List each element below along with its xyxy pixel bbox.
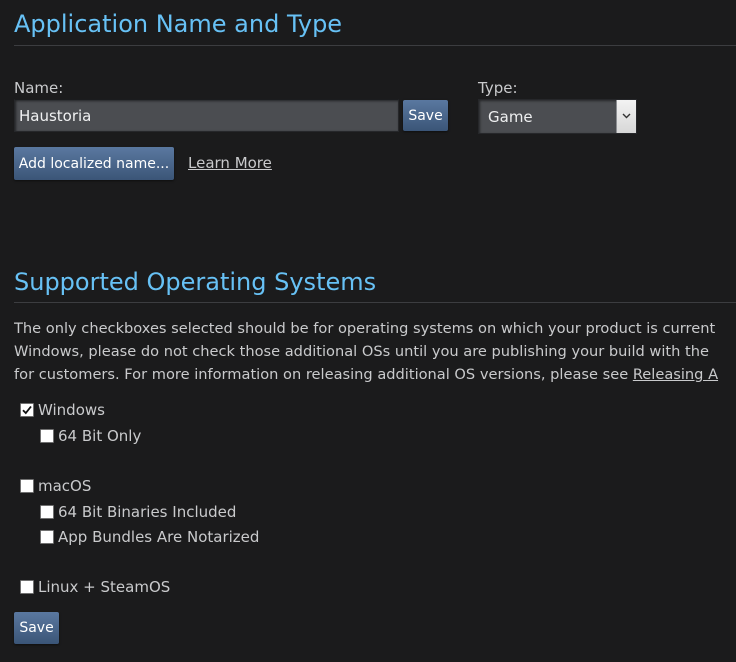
macos-64bit-label: 64 Bit Binaries Included — [58, 503, 237, 521]
save-name-button[interactable]: Save — [403, 100, 448, 131]
supported-os-heading: Supported Operating Systems — [14, 268, 377, 296]
windows-label: Windows — [38, 401, 105, 419]
description-line: for customers. For more information on r… — [14, 363, 736, 386]
type-select[interactable]: Game — [478, 99, 637, 134]
macos-label: macOS — [38, 477, 92, 495]
chevron-down-icon[interactable] — [616, 100, 636, 133]
add-localized-name-button[interactable]: Add localized name... — [14, 147, 174, 180]
windows-checkbox[interactable] — [20, 403, 34, 417]
heading-divider — [14, 45, 736, 46]
macos-notarized-label: App Bundles Are Notarized — [58, 528, 260, 546]
windows-64bit-label: 64 Bit Only — [58, 427, 142, 445]
macos-notarized-checkbox[interactable] — [40, 530, 54, 544]
os-option-macos-notarized[interactable]: App Bundles Are Notarized — [40, 527, 259, 547]
description-line-text: for customers. For more information on r… — [14, 366, 633, 383]
linux-checkbox[interactable] — [20, 580, 34, 594]
os-description: The only checkboxes selected should be f… — [14, 317, 736, 386]
name-input[interactable] — [14, 99, 399, 132]
page: Application Name and Type Name: Save Typ… — [0, 0, 736, 662]
checkmark-icon — [22, 405, 32, 415]
app-name-type-heading: Application Name and Type — [14, 10, 343, 38]
name-label: Name: — [14, 79, 64, 97]
os-option-macos[interactable]: macOS — [20, 476, 91, 496]
macos-checkbox[interactable] — [20, 479, 34, 493]
windows-64bit-checkbox[interactable] — [40, 429, 54, 443]
description-line: The only checkboxes selected should be f… — [14, 320, 716, 337]
type-label: Type: — [478, 79, 518, 97]
description-line: Windows, please do not check those addit… — [14, 343, 709, 360]
releasing-link[interactable]: Releasing A — [633, 366, 718, 383]
os-option-windows[interactable]: Windows — [20, 400, 105, 420]
learn-more-link[interactable]: Learn More — [188, 154, 272, 172]
os-option-windows-64bit[interactable]: 64 Bit Only — [40, 426, 141, 446]
macos-64bit-checkbox[interactable] — [40, 505, 54, 519]
type-select-value: Game — [488, 108, 533, 126]
heading-divider — [14, 302, 736, 303]
os-option-linux[interactable]: Linux + SteamOS — [20, 577, 170, 597]
save-os-button[interactable]: Save — [14, 612, 59, 644]
os-option-macos-64bit[interactable]: 64 Bit Binaries Included — [40, 502, 236, 522]
linux-label: Linux + SteamOS — [38, 578, 171, 596]
